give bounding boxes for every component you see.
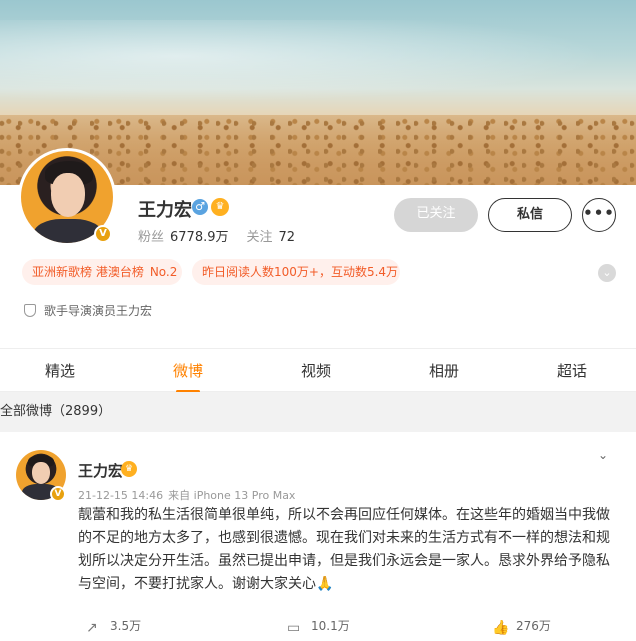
tab-album[interactable]: 相册 — [409, 349, 479, 393]
post-actions: ↗ 3.5万 ▭ 10.1万 👍 276万 — [0, 613, 636, 641]
message-button[interactable]: 私信 — [488, 198, 572, 232]
share-icon: ↗ — [86, 620, 98, 636]
member-crown-icon[interactable]: ♛ — [121, 461, 137, 477]
comment-count: 10.1万 — [311, 619, 350, 633]
tab-featured[interactable]: 精选 — [25, 349, 95, 393]
section-title: 全部微博（2899） — [0, 392, 636, 432]
follow-label[interactable]: 关注 — [247, 230, 273, 245]
male-icon: ♂ — [192, 199, 208, 215]
verified-badge-icon: V — [94, 225, 112, 243]
like-count: 276万 — [516, 619, 551, 633]
tab-supertopic[interactable]: 超话 — [537, 349, 607, 393]
like-button[interactable]: 👍 276万 — [492, 617, 551, 635]
post-author[interactable]: 王力宏 — [78, 460, 123, 481]
reading-stats-tag[interactable]: 昨日阅读人数100万+，互动数5.4万 — [192, 259, 400, 285]
repost-count: 3.5万 — [110, 619, 142, 633]
post-verified-badge-icon: V — [50, 486, 66, 502]
post-source: 来自 iPhone 13 Pro Max — [168, 489, 296, 502]
shield-icon — [24, 304, 36, 317]
chevron-down-icon[interactable]: ⌄ — [598, 448, 608, 462]
more-button[interactable]: ••• — [582, 198, 616, 232]
thumbs-up-icon: 👍 — [492, 620, 510, 636]
fans-count[interactable]: 6778.9万 — [170, 230, 229, 245]
comment-icon: ▭ — [287, 620, 301, 636]
profile-bio: 歌手导演演员王力宏 — [44, 304, 153, 318]
profile-stats: 粉丝 6778.9万 关注 72 — [138, 226, 295, 245]
follow-count[interactable]: 72 — [279, 230, 296, 245]
chevron-down-icon[interactable]: ⌄ — [598, 264, 616, 282]
comment-button[interactable]: ▭ 10.1万 — [287, 617, 350, 635]
tab-weibo[interactable]: 微博 — [153, 349, 223, 393]
member-crown-icon[interactable]: ♛ — [211, 198, 229, 216]
profile-name: 王力宏 — [138, 200, 192, 221]
chart-rank-tag[interactable]: 亚洲新歌榜 港澳台榜 No.2 — [22, 259, 182, 285]
chart-rank-value: No.2 — [149, 265, 178, 279]
tab-video[interactable]: 视频 — [281, 349, 351, 393]
chart-rank-text: 亚洲新歌榜 港澳台榜 — [32, 265, 144, 279]
followed-button[interactable]: 已关注 — [394, 198, 478, 232]
fans-label[interactable]: 粉丝 — [138, 230, 164, 245]
post-text: 靓蕾和我的私生活很简单很单纯，所以不会再回应任何媒体。在这些年的婚姻当中我做的不… — [78, 507, 610, 592]
post-time[interactable]: 21-12-15 14:46 — [78, 489, 163, 502]
profile-tabs: 精选 微博 视频 相册 超话 — [0, 348, 636, 393]
repost-button[interactable]: ↗ 3.5万 — [86, 617, 141, 635]
post-meta: 21-12-15 14:46 来自 iPhone 13 Pro Max — [78, 487, 295, 503]
